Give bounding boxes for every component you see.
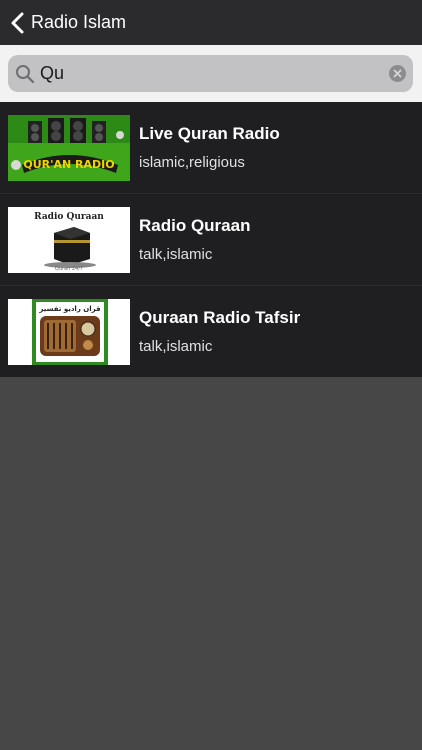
station-name: Live Quran Radio <box>139 124 280 143</box>
station-logo-text: قران راديو تفسير <box>38 305 101 313</box>
chevron-left-icon <box>11 12 24 33</box>
close-icon <box>393 69 402 78</box>
station-name: Quraan Radio Tafsir <box>139 308 301 327</box>
back-label: Radio Islam <box>31 12 127 32</box>
station-tags: talk,islamic <box>139 246 213 263</box>
station-logo-image: Radio Quraan Quran 24/7 <box>8 207 130 273</box>
station-row[interactable]: Radio Quraan Quran 24/7 Radio Quraan tal… <box>0 194 422 286</box>
search-icon <box>16 65 35 84</box>
search-bar <box>0 45 422 102</box>
clear-search-button[interactable] <box>389 65 406 82</box>
search-field <box>8 55 413 92</box>
station-logo: قران راديو تفسير <box>8 299 130 365</box>
station-row[interactable]: QUR'AN RADIO Live Quran Radio islamic,re… <box>0 102 422 194</box>
back-button[interactable]: Radio Islam <box>0 0 126 45</box>
station-tags: islamic,religious <box>139 154 245 171</box>
station-tags: talk,islamic <box>139 338 213 355</box>
station-list: QUR'AN RADIO Live Quran Radio islamic,re… <box>0 102 422 377</box>
station-logo-text: QUR'AN RADIO <box>23 158 114 171</box>
station-logo: Radio Quraan Quran 24/7 <box>8 207 130 273</box>
station-logo-image: قران راديو تفسير <box>8 299 130 365</box>
station-logo: QUR'AN RADIO <box>8 115 130 181</box>
search-input[interactable] <box>40 55 380 92</box>
station-logo-image: QUR'AN RADIO <box>8 115 130 181</box>
station-logo-text: Radio Quraan <box>34 212 104 222</box>
navigation-bar: Radio Islam <box>0 0 422 45</box>
station-row[interactable]: قران راديو تفسير Quraan Radio Tafsir tal… <box>0 286 422 378</box>
station-logo-subtext: Quran 24/7 <box>55 266 83 272</box>
station-name: Radio Quraan <box>139 216 251 235</box>
